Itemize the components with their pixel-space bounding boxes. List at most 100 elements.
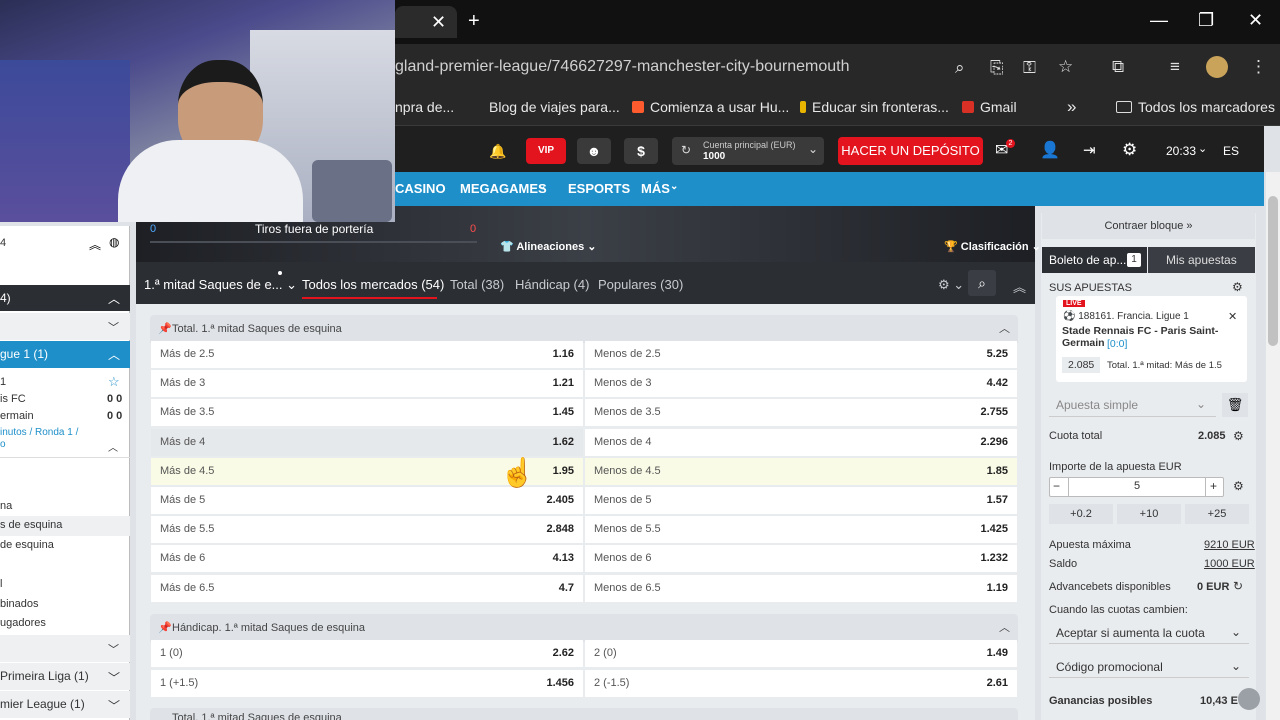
odds-cell[interactable]: Más de 2.5 1.16 (151, 341, 583, 368)
league-premier[interactable]: mier League (1) ﹀ (0, 691, 130, 718)
key-icon[interactable]: ⚿ (1023, 58, 1036, 78)
period-selector[interactable]: 1.ª mitad Saques de e... ⌄ (144, 277, 297, 293)
all-bookmarks[interactable]: Todos los marcadores (1116, 99, 1275, 115)
nav-esports[interactable]: ESPORTS (568, 181, 630, 196)
bet-type-select[interactable]: Apuesta simple ⌄ (1049, 393, 1216, 417)
country-row[interactable]: ﹀ (0, 313, 130, 340)
market-settings-icon[interactable]: ⚙ ⌄ (938, 277, 964, 293)
event-link-2[interactable]: o ︿ (0, 439, 130, 454)
odds-change-select[interactable]: Aceptar si aumenta la cuota ⌄ (1049, 622, 1249, 644)
time-chevron-icon[interactable]: ⌄ (1198, 142, 1207, 155)
language-selector[interactable]: ES (1223, 144, 1239, 158)
tab-handicap[interactable]: Hándicap (4) (515, 277, 589, 292)
balance-value[interactable]: 1000 EUR (1204, 558, 1255, 570)
more-bookmarks-icon[interactable]: » (1067, 97, 1076, 117)
refresh-icon[interactable]: ↻ (681, 143, 691, 157)
bookmark-4[interactable]: Educar sin fronteras... (800, 99, 949, 115)
bookmark-1[interactable]: npra de... (395, 99, 454, 115)
chevron-up-icon[interactable]: ︿ (999, 315, 1010, 343)
odds-cell[interactable]: Más de 6 4.13 (151, 545, 583, 573)
restore-icon[interactable]: ❐ (1198, 10, 1214, 31)
max-bet-value[interactable]: 9210 EUR (1204, 539, 1255, 551)
promo-icon[interactable]: ☻ (577, 138, 611, 164)
nav-more[interactable]: MÁS (641, 181, 670, 196)
odds-cell[interactable]: 1 (+1.5) 1.456 (151, 669, 583, 697)
odds-cell[interactable]: 2 (-1.5) 2.61 (585, 669, 1017, 697)
chevron-up-icon[interactable]: ︿ (999, 614, 1010, 642)
vip-button[interactable]: VIP (526, 138, 566, 164)
group-header-total[interactable]: 📌 Total. 1.ª mitad Saques de esquina ︿ (150, 315, 1018, 343)
nav-megagames[interactable]: MEGAGAMES (460, 181, 547, 196)
tab-popular[interactable]: Populares (30) (598, 277, 683, 292)
address-bar-url[interactable]: gland-premier-league/746627297-mancheste… (395, 58, 849, 76)
pin-icon[interactable]: 📌 (158, 614, 172, 642)
odds-cell[interactable]: Menos de 3 4.42 (585, 370, 1017, 398)
odds-cell[interactable]: Más de 4 1.62 (151, 428, 583, 456)
left-group-row[interactable]: ﹀ (0, 635, 130, 662)
chevron-down-icon[interactable]: ﹀ (108, 641, 119, 657)
league-row-active[interactable]: gue 1 (1) ︿ (0, 341, 130, 368)
favorite-star-icon[interactable]: ☆ (108, 374, 120, 390)
stake-plus[interactable]: + (1210, 479, 1217, 493)
minimize-icon[interactable]: — (1150, 10, 1168, 31)
odds-cell[interactable]: Menos de 5.5 1.425 (585, 516, 1017, 544)
deposit-button[interactable]: HACER UN DEPÓSITO (838, 137, 983, 165)
lineups-button[interactable]: 👕 Alineaciones ⌄ (500, 240, 597, 253)
odds-cell[interactable]: Menos de 4 2.296 (585, 428, 1017, 456)
bell-icon[interactable]: 🔔 (483, 138, 513, 164)
user-icon[interactable]: 👤 (1040, 140, 1060, 160)
left-item-5[interactable]: binados (0, 598, 130, 610)
odds-cell[interactable]: Más de 6.5 4.7 (151, 574, 583, 602)
bookmark-star-icon[interactable]: ☆ (1058, 57, 1073, 77)
remove-bet-icon[interactable]: ✕ (1228, 310, 1237, 323)
chat-support-icon[interactable] (1238, 688, 1260, 710)
event-link[interactable]: inutos / Ronda 1 / (0, 427, 130, 438)
collapse-all-icon[interactable]: ︽ (1013, 277, 1026, 296)
chevron-up-icon[interactable]: ︿ (108, 290, 120, 307)
league-primeira[interactable]: Primeira Liga (1) ﹀ (0, 663, 130, 690)
menu-dots-icon[interactable]: ⋮ (1250, 57, 1267, 77)
odds-cell[interactable]: Menos de 6 1.232 (585, 545, 1017, 573)
chevron-up-icon[interactable]: ︿ (108, 346, 120, 363)
odds-cell[interactable]: Menos de 4.5 1.85 (585, 457, 1017, 485)
chevron-up-icon[interactable]: ︿ (108, 439, 118, 454)
close-tab-icon[interactable]: ✕ (431, 12, 446, 33)
pin-icon[interactable]: 📌 (158, 315, 172, 343)
bookmark-3[interactable]: Comienza a usar Hu... (632, 99, 789, 115)
odds-cell[interactable]: Menos de 5 1.57 (585, 487, 1017, 514)
odds-cell[interactable]: Menos de 6.5 1.19 (585, 574, 1017, 602)
tab-all-markets[interactable]: Todos los mercados (54) (302, 277, 444, 292)
odds-cell[interactable]: 2 (0) 1.49 (585, 640, 1017, 667)
chevron-down-icon[interactable]: ﹀ (108, 669, 120, 686)
media-icon[interactable]: ≡ (1170, 57, 1180, 77)
bookmark-gmail[interactable]: Gmail (962, 99, 1017, 115)
stake-minus[interactable]: − (1053, 479, 1060, 493)
sport-header[interactable]: 4) ︿ (0, 285, 130, 311)
scrollbar-thumb[interactable] (1268, 196, 1278, 346)
quick-stake-2[interactable]: +10 (1117, 504, 1181, 524)
bookmark-2[interactable]: Blog de viajes para... (489, 99, 620, 115)
event-row[interactable]: 1 ☆ (0, 374, 130, 390)
collapse-block-button[interactable]: Contraer bloque » (1042, 213, 1255, 239)
slip-settings-icon[interactable]: ⚙ (1232, 280, 1243, 294)
browser-tab[interactable] (395, 6, 457, 38)
close-window-icon[interactable]: ✕ (1248, 10, 1263, 31)
tab-total[interactable]: Total (38) (450, 277, 504, 292)
odds-cell[interactable]: Más de 5.5 2.848 (151, 516, 583, 544)
stake-settings-icon[interactable]: ⚙ (1233, 479, 1244, 493)
settings-gear-icon[interactable]: ⚙ (1122, 140, 1137, 160)
odds-cell[interactable]: Menos de 3.5 2.755 (585, 399, 1017, 427)
odds-cell[interactable]: Menos de 2.5 5.25 (585, 341, 1017, 368)
profile-avatar[interactable] (1206, 56, 1228, 78)
left-item-6[interactable]: ugadores (0, 617, 130, 629)
promo-code-select[interactable]: Código promocional ⌄ (1049, 656, 1249, 678)
trash-icon[interactable]: 🗑 (1222, 393, 1248, 417)
install-icon[interactable]: ⎘ (990, 58, 1004, 78)
left-item-2[interactable]: s de esquina (0, 516, 130, 536)
dollar-icon[interactable]: $ (624, 138, 658, 164)
odds-cell[interactable]: Más de 3 1.21 (151, 370, 583, 398)
odds-cell[interactable]: Más de 5 2.405 (151, 487, 583, 514)
left-item-4[interactable]: l (0, 578, 130, 590)
chevron-down-icon[interactable]: ﹀ (108, 319, 119, 335)
search-icon[interactable]: ⌕ (968, 270, 996, 296)
